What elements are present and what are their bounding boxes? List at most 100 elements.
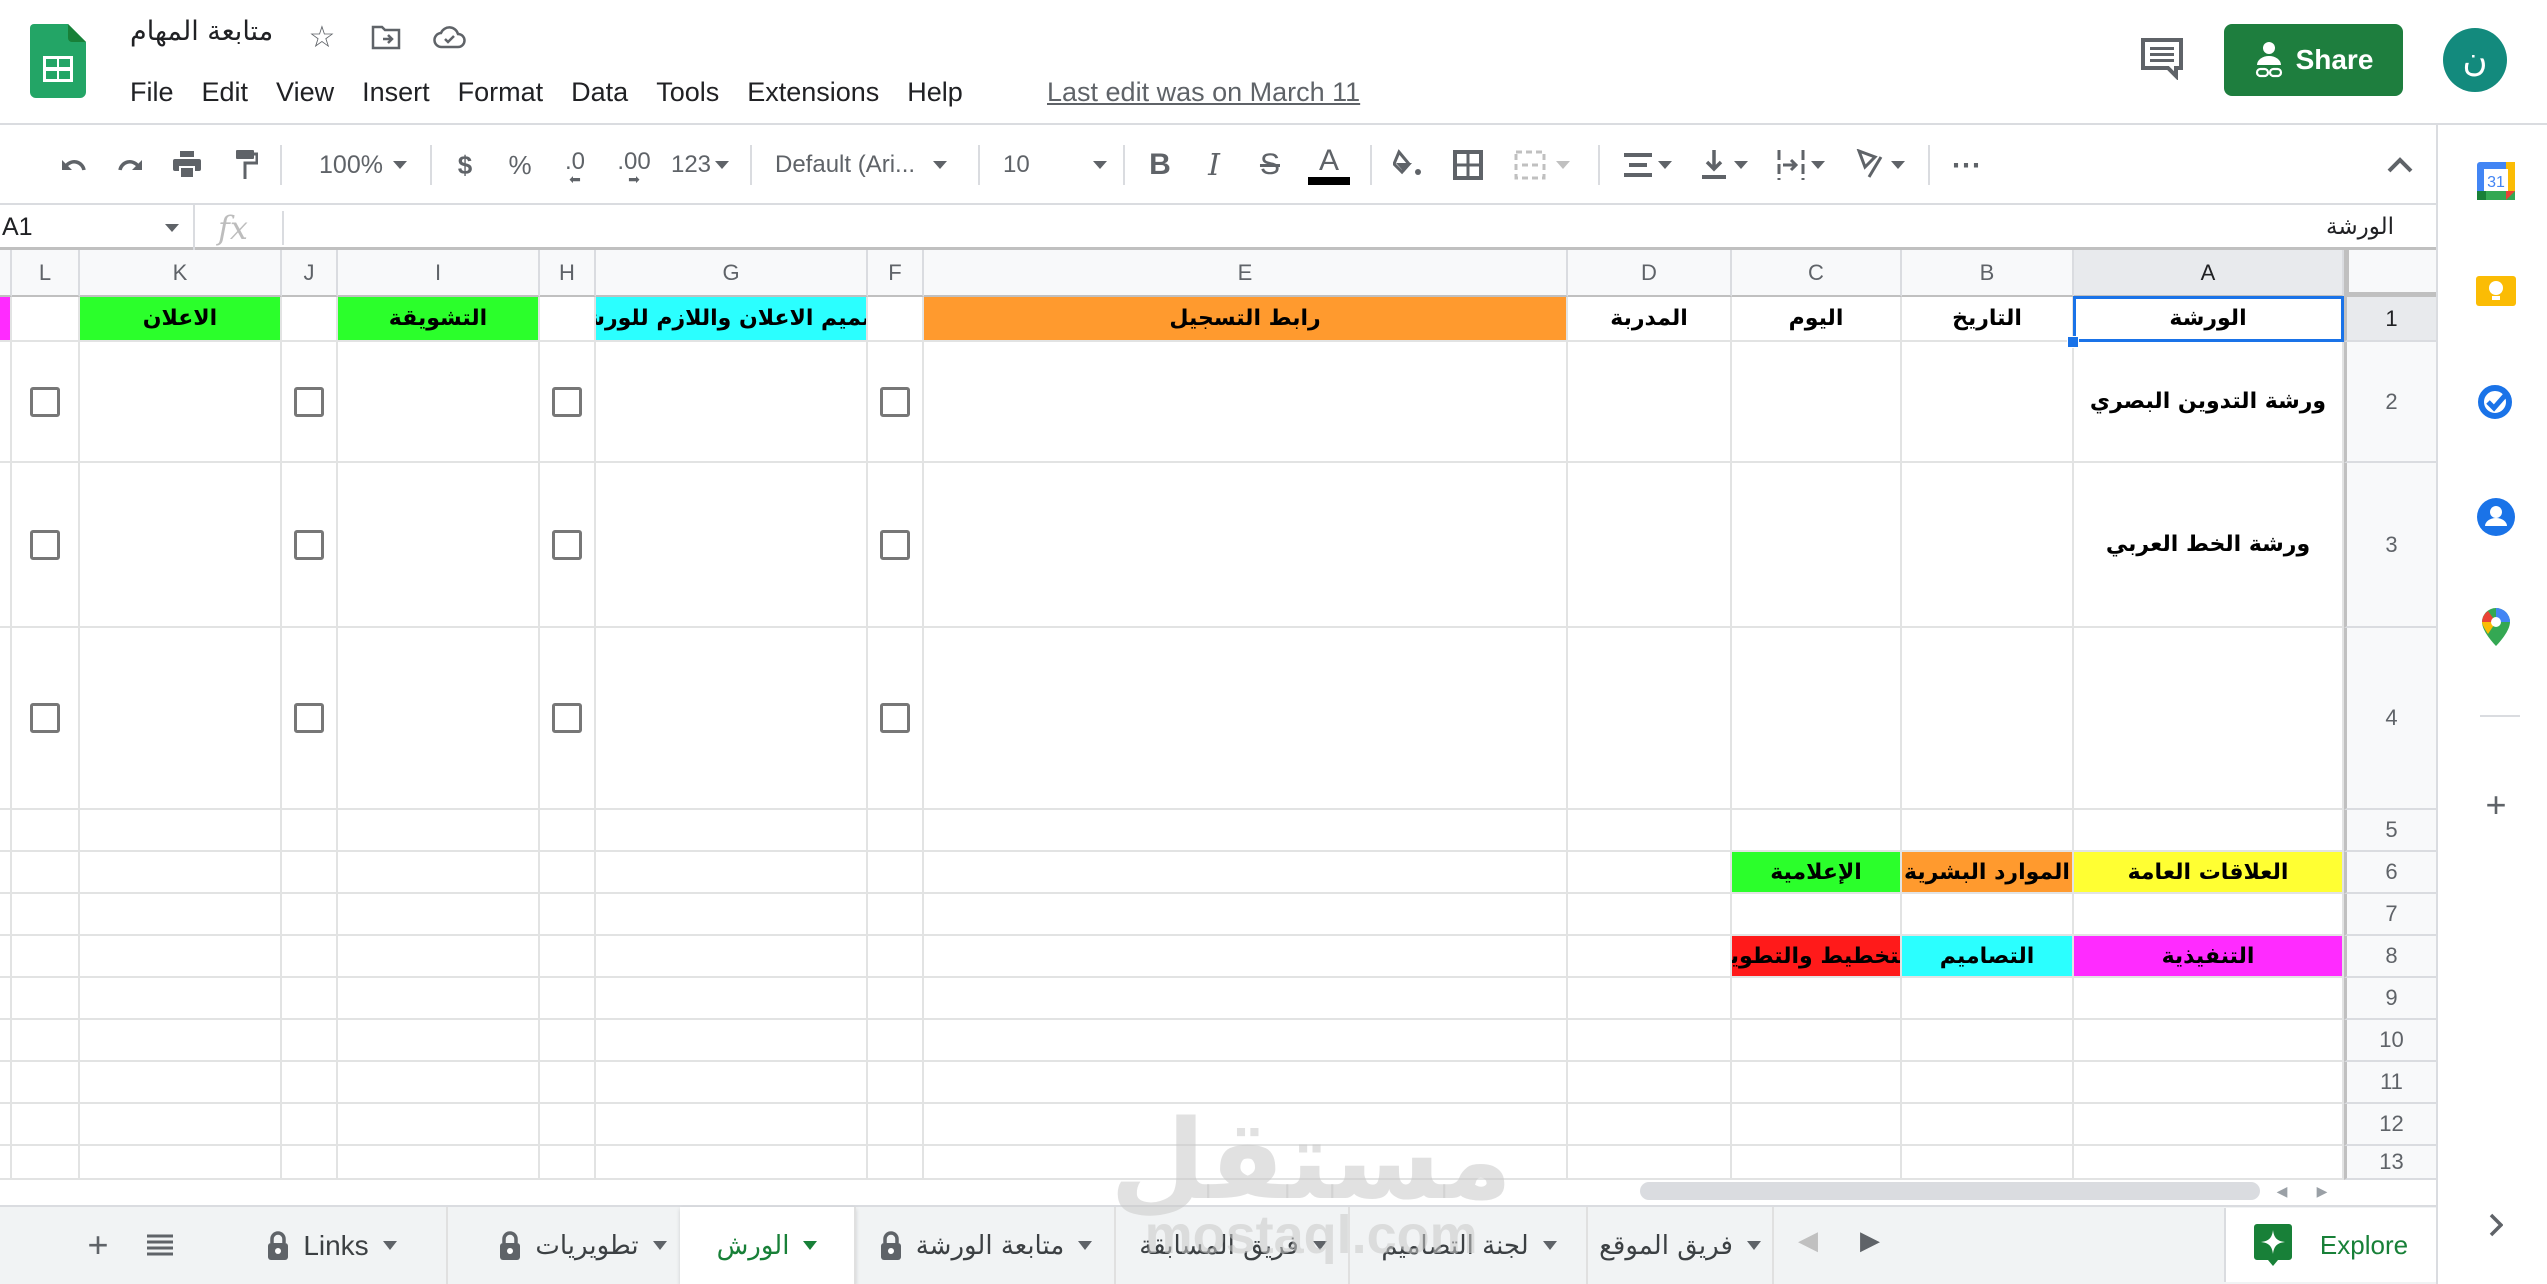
name-box[interactable]: A1 (0, 205, 195, 250)
team-legend-cell[interactable]: العلاقات العامة (2074, 852, 2344, 894)
strikethrough-button[interactable]: S (1252, 143, 1288, 187)
empty-cell[interactable] (12, 852, 80, 894)
column-header-k[interactable]: K (80, 250, 282, 297)
empty-cell[interactable] (924, 1104, 1568, 1146)
number-format-select[interactable]: 123 (664, 143, 736, 187)
horizontal-align-icon[interactable] (1618, 143, 1678, 187)
team-legend-cell[interactable]: التنفيذية (2074, 936, 2344, 978)
row-header-10[interactable]: 10 (2344, 1020, 2436, 1062)
empty-cell[interactable] (12, 297, 80, 342)
empty-cell[interactable] (540, 936, 596, 978)
team-legend-cell[interactable]: التخطيط والتطوير (1732, 936, 1902, 978)
empty-cell[interactable] (1732, 628, 1902, 810)
empty-cell[interactable] (2074, 978, 2344, 1020)
empty-cell[interactable] (1902, 1062, 2074, 1104)
formula-input[interactable]: الورشة (2326, 205, 2394, 250)
sheet-tab[interactable]: الورش (680, 1207, 856, 1284)
empty-cell[interactable] (12, 936, 80, 978)
checkbox-cell[interactable] (12, 628, 80, 810)
more-options-button[interactable]: ⋯ (1944, 143, 1988, 187)
empty-cell[interactable] (596, 1020, 868, 1062)
chevron-down-icon[interactable] (652, 1241, 667, 1250)
comment-history-icon[interactable] (2140, 36, 2184, 80)
empty-cell[interactable] (338, 628, 540, 810)
checkbox-cell[interactable] (868, 342, 924, 463)
header-cell-g[interactable]: تصميم الاعلان واللازم للورشة (596, 297, 868, 342)
keep-icon[interactable] (2476, 271, 2516, 311)
empty-cell[interactable] (924, 1062, 1568, 1104)
empty-cell[interactable] (1568, 978, 1732, 1020)
empty-cell[interactable] (1732, 1020, 1902, 1062)
sheets-logo-icon[interactable] (30, 24, 86, 98)
row-header-8[interactable]: 8 (2344, 936, 2436, 978)
checkbox[interactable] (880, 703, 910, 733)
empty-cell[interactable] (1568, 1062, 1732, 1104)
empty-cell[interactable] (868, 1146, 924, 1180)
scroll-left-icon[interactable]: ◀ (2277, 1183, 2288, 1200)
empty-cell[interactable] (1568, 1146, 1732, 1180)
checkbox[interactable] (294, 703, 324, 733)
empty-cell[interactable] (868, 297, 924, 342)
cloud-saved-icon[interactable] (433, 20, 467, 54)
empty-cell[interactable] (1732, 463, 1902, 628)
empty-cell[interactable] (1732, 1146, 1902, 1180)
font-size-select[interactable]: 10 (1003, 143, 1107, 187)
empty-cell[interactable] (12, 810, 80, 852)
checkbox[interactable] (552, 529, 582, 560)
column-header-a[interactable]: A (2074, 250, 2344, 297)
increase-decimal-button[interactable]: .00 ➡ (612, 143, 656, 187)
empty-cell[interactable] (282, 1146, 338, 1180)
fill-handle[interactable] (2067, 336, 2079, 348)
sheet-tab[interactable]: فريق المسابقة (1118, 1207, 1350, 1284)
empty-cell[interactable] (80, 936, 282, 978)
header-cell-i[interactable]: التشويقة (338, 297, 540, 342)
row-header-7[interactable]: 7 (2344, 894, 2436, 936)
empty-cell[interactable] (1732, 978, 1902, 1020)
team-legend-cell[interactable]: الإعلامية (1732, 852, 1902, 894)
checkbox-cell[interactable] (282, 628, 338, 810)
chevron-down-icon[interactable] (1078, 1241, 1093, 1250)
empty-cell[interactable] (868, 1104, 924, 1146)
checkbox-cell[interactable] (12, 463, 80, 628)
header-cell-a[interactable]: الورشة (2074, 297, 2344, 342)
checkbox-cell[interactable] (540, 628, 596, 810)
italic-button[interactable]: I (1196, 143, 1232, 187)
empty-cell[interactable] (338, 1104, 540, 1146)
empty-cell[interactable] (868, 852, 924, 894)
empty-cell[interactable] (12, 1104, 80, 1146)
empty-cell[interactable] (2074, 1062, 2344, 1104)
empty-cell[interactable] (338, 1020, 540, 1062)
sheet-tab[interactable]: متابعة الورشة (858, 1207, 1116, 1284)
empty-cell[interactable] (282, 1020, 338, 1062)
empty-cell[interactable] (924, 810, 1568, 852)
empty-cell[interactable] (80, 894, 282, 936)
account-avatar[interactable]: ن (2443, 28, 2507, 92)
get-addons-icon[interactable]: + (2476, 784, 2516, 825)
empty-cell[interactable] (1732, 810, 1902, 852)
empty-cell[interactable] (2074, 894, 2344, 936)
empty-cell[interactable] (1902, 810, 2074, 852)
empty-cell[interactable] (282, 1062, 338, 1104)
empty-cell[interactable] (924, 463, 1568, 628)
menu-insert[interactable]: Insert (362, 72, 444, 112)
empty-cell[interactable] (2074, 810, 2344, 852)
column-header-j[interactable]: J (282, 250, 338, 297)
header-cell-k[interactable]: الاعلان (80, 297, 282, 342)
empty-cell[interactable] (596, 628, 868, 810)
empty-cell[interactable] (80, 978, 282, 1020)
percent-format-button[interactable]: % (505, 143, 535, 187)
empty-cell[interactable] (282, 852, 338, 894)
workshop-name-cell[interactable] (2074, 628, 2344, 810)
add-sheet-icon[interactable]: + (76, 1223, 120, 1267)
empty-cell[interactable] (596, 978, 868, 1020)
header-cell-b[interactable]: التاريخ (1902, 297, 2074, 342)
empty-cell[interactable] (1902, 894, 2074, 936)
collapse-menus-icon[interactable] (2380, 143, 2420, 187)
checkbox[interactable] (552, 703, 582, 733)
empty-cell[interactable] (338, 342, 540, 463)
menu-format[interactable]: Format (458, 72, 558, 112)
header-cell-c[interactable]: اليوم (1732, 297, 1902, 342)
workshop-name-cell[interactable]: ورشة الخط العربي (2074, 463, 2344, 628)
contacts-icon[interactable] (2476, 497, 2516, 537)
column-header-f[interactable]: F (868, 250, 924, 297)
